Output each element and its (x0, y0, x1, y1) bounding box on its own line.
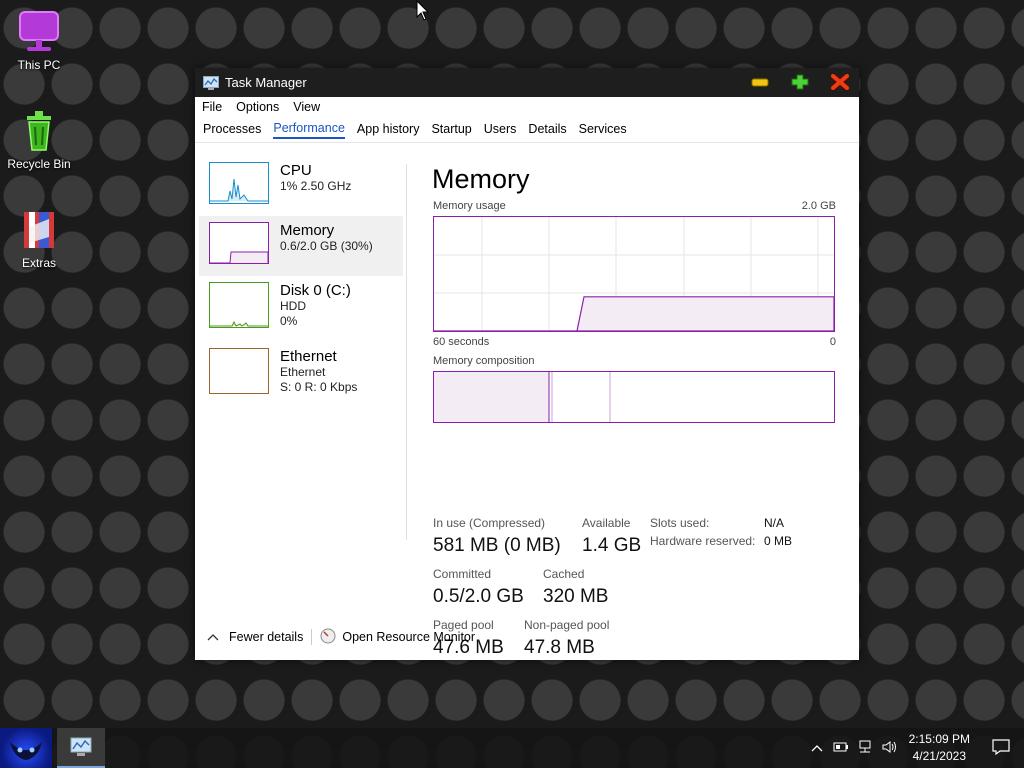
graph-time-left: 60 seconds (433, 336, 490, 348)
tab-bar: Processes Performance App history Startu… (195, 117, 859, 143)
desktop-icon-label: Recycle Bin (7, 157, 71, 171)
page-title: Memory (432, 164, 530, 194)
task-manager-window: Task Manager File Options View Processes… (195, 68, 859, 660)
sidebar-item-disk[interactable]: Disk 0 (C:) HDD 0% (199, 276, 403, 342)
close-button[interactable] (831, 74, 849, 90)
window-title: Task Manager (225, 75, 307, 90)
disk-thumbnail-graph (209, 282, 269, 328)
hardware-reserved-value: 0 MB (764, 534, 793, 548)
task-manager-icon (203, 75, 219, 90)
clock-time: 2:15:09 PM (908, 732, 970, 746)
task-manager-icon (70, 737, 92, 756)
clock-date: 4/21/2023 (912, 749, 966, 763)
memory-capacity: 2.0 GB (801, 200, 836, 212)
sidebar-subtitle: Ethernet (280, 365, 326, 379)
sidebar-subtitle: HDD (280, 299, 306, 313)
committed-value: 0.5/2.0 GB (433, 586, 524, 607)
taskbar: 2:15:09 PM 4/21/2023 (0, 728, 1024, 768)
chevron-up-icon[interactable] (207, 630, 219, 644)
volume-icon[interactable] (881, 740, 899, 757)
memory-composition-bar (433, 371, 835, 423)
battery-icon[interactable] (833, 741, 849, 756)
sidebar-item-ethernet[interactable]: Ethernet Ethernet S: 0 R: 0 Kbps (199, 342, 403, 402)
notification-icon[interactable] (992, 738, 1010, 758)
mouse-cursor-icon (416, 0, 430, 27)
sidebar-title: CPU (280, 162, 312, 179)
sidebar-subtitle: 0.6/2.0 GB (30%) (280, 239, 373, 253)
fewer-details-button[interactable]: Fewer details (229, 630, 303, 644)
archive-icon (15, 206, 63, 254)
tab-services[interactable]: Services (579, 122, 627, 138)
tab-startup[interactable]: Startup (431, 122, 471, 138)
sidebar-divider (406, 164, 407, 540)
title-bar[interactable]: Task Manager (195, 68, 859, 97)
tab-users[interactable]: Users (484, 122, 517, 138)
window-footer: Fewer details Open Resource Monitor (195, 626, 859, 648)
tab-performance[interactable]: Performance (273, 121, 345, 139)
cached-value: 320 MB (543, 586, 609, 607)
menu-view[interactable]: View (293, 100, 320, 114)
open-resource-monitor-link[interactable]: Open Resource Monitor (342, 630, 475, 644)
slots-value: N/A (764, 516, 785, 530)
taskbar-task-manager[interactable] (57, 728, 105, 768)
composition-in-use (434, 372, 549, 422)
desktop-icon-recycle-bin[interactable]: Recycle Bin (1, 107, 77, 171)
desktop-icon-label: Extras (21, 256, 56, 270)
cached-label: Cached (543, 567, 585, 581)
resource-monitor-icon (320, 628, 336, 647)
sidebar-subtitle-2: S: 0 R: 0 Kbps (280, 380, 358, 394)
tab-details[interactable]: Details (528, 122, 566, 138)
ethernet-thumbnail-graph (209, 348, 269, 394)
menu-options[interactable]: Options (236, 100, 279, 114)
sidebar-title: Memory (280, 222, 335, 239)
menu-bar: File Options View (195, 97, 859, 117)
sidebar-item-memory[interactable]: Memory 0.6/2.0 GB (30%) (199, 216, 403, 276)
footer-divider (311, 629, 313, 645)
start-logo-icon (10, 742, 42, 760)
tab-processes[interactable]: Processes (203, 122, 261, 138)
performance-sidebar: CPU 1% 2.50 GHz Memory 0.6/2.0 GB (30%) … (199, 156, 403, 402)
cpu-thumbnail-graph (209, 162, 269, 204)
menu-file[interactable]: File (202, 100, 222, 114)
committed-label: Committed (433, 567, 492, 581)
slots-label: Slots used: (650, 516, 710, 530)
in-use-label: In use (Compressed) (433, 516, 546, 530)
desktop-icon-extras[interactable]: Extras (1, 206, 77, 270)
hardware-reserved-label: Hardware reserved: (650, 534, 756, 548)
recycle-bin-icon (15, 107, 63, 155)
maximize-button[interactable] (791, 74, 809, 90)
sidebar-subtitle: 1% 2.50 GHz (280, 179, 352, 193)
sidebar-title: Disk 0 (C:) (280, 282, 351, 299)
start-button[interactable] (0, 728, 52, 768)
sidebar-title: Ethernet (280, 348, 337, 365)
memory-usage-graph (433, 216, 835, 332)
desktop-icon-label: This PC (17, 58, 61, 72)
taskbar-clock[interactable]: 2:15:09 PM 4/21/2023 (909, 731, 970, 765)
memory-composition-label: Memory composition (433, 355, 535, 367)
chevron-up-icon[interactable] (811, 741, 823, 755)
tab-app-history[interactable]: App history (357, 122, 420, 138)
system-tray: 2:15:09 PM 4/21/2023 (811, 728, 1024, 768)
monitor-icon (15, 8, 63, 56)
network-icon[interactable] (857, 740, 873, 757)
sidebar-subtitle-2: 0% (280, 314, 298, 328)
available-label: Available (582, 516, 631, 530)
memory-thumbnail-graph (209, 222, 269, 264)
in-use-value: 581 MB (0 MB) (433, 535, 561, 556)
minimize-button[interactable] (751, 74, 769, 90)
available-value: 1.4 GB (582, 535, 642, 556)
graph-time-right: 0 (829, 336, 836, 348)
memory-usage-label: Memory usage (433, 200, 506, 212)
desktop-icon-this-pc[interactable]: This PC (1, 8, 77, 72)
memory-usage-area (434, 296, 835, 332)
sidebar-item-cpu[interactable]: CPU 1% 2.50 GHz (199, 156, 403, 216)
